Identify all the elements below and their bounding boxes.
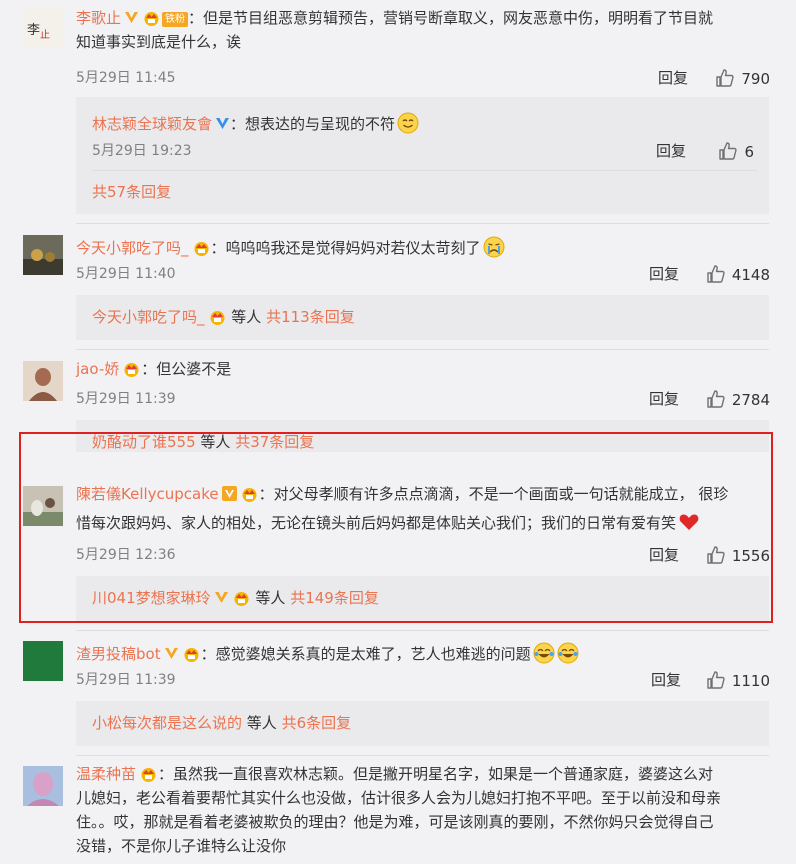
like-button[interactable]: 1110 xyxy=(706,666,770,690)
username[interactable]: 李歌止 xyxy=(76,9,121,27)
divider xyxy=(76,349,769,350)
like-count: 2784 xyxy=(731,391,770,409)
comment-text: ：但公婆不是 xyxy=(141,360,232,378)
comment-body: 今天小郭吃了吗_ ：呜呜呜我还是觉得妈妈对若仪太苛刻了 xyxy=(76,231,505,260)
svg-text:李: 李 xyxy=(27,23,40,38)
reply-button[interactable]: 回复 xyxy=(658,67,688,88)
laugh-cry-emoji xyxy=(557,642,579,664)
reply-button[interactable]: 回复 xyxy=(649,263,679,284)
comment-body: jao-娇 ：但公婆不是 xyxy=(76,357,231,381)
username[interactable]: 渣男投稿bot xyxy=(76,645,161,663)
like-button[interactable]: 790 xyxy=(715,64,770,88)
comment-text: 没错，不是你儿子谁特么让没你 xyxy=(76,837,287,855)
divider xyxy=(76,755,769,756)
replies-middle: 等人 xyxy=(246,714,277,732)
member-crown-icon[interactable] xyxy=(142,10,161,26)
timestamp: 5月29日 19:23 xyxy=(92,143,192,159)
username[interactable]: 小松每次都是这么说的 xyxy=(92,714,242,732)
timestamp: 5月29日 11:39 xyxy=(76,672,176,688)
timestamp: 5月29日 11:39 xyxy=(76,391,176,407)
member-crown-icon[interactable] xyxy=(122,361,141,377)
username[interactable]: 今天小郭吃了吗_ xyxy=(76,239,189,257)
like-button[interactable]: 4148 xyxy=(706,260,770,284)
comment-body: 渣男投稿bot ：感觉婆媳关系真的是太难了，艺人也难逃的问题 xyxy=(76,637,579,666)
comment-text: ：虽然我一直很喜欢林志颖。但是撇开明星名字，如果是一个普通家庭，婆婆这么对 xyxy=(158,765,714,783)
replies-summary[interactable]: 今天小郭吃了吗_ 等人 共113条回复 xyxy=(92,305,355,329)
svg-text:止: 止 xyxy=(40,29,50,41)
thumbs-up-icon xyxy=(707,265,725,283)
username[interactable]: 林志颖全球颖友會 xyxy=(92,115,212,133)
comment-text: ：感觉婆媳关系真的是太难了，艺人也难逃的问题 xyxy=(200,645,531,663)
comment-body: 温柔种苗 ：虽然我一直很喜欢林志颖。但是撇开明星名字，如果是一个普通家庭，婆婆这么… xyxy=(76,762,776,858)
more-replies-link[interactable]: 共113条回复 xyxy=(266,308,355,326)
avatar[interactable] xyxy=(23,235,63,275)
reply-button[interactable]: 回复 xyxy=(656,140,686,161)
comment-text: ：呜呜呜我还是觉得妈妈对若仪太苛刻了 xyxy=(210,239,481,257)
like-button[interactable]: 2784 xyxy=(706,385,770,409)
more-replies-link[interactable]: 共6条回复 xyxy=(282,714,352,732)
reply-button[interactable]: 回复 xyxy=(649,388,679,409)
sub-reply: 林志颖全球颖友會 ：想表达的与呈现的不符 xyxy=(92,107,419,136)
thumbs-up-icon xyxy=(707,671,725,689)
thumbs-up-icon xyxy=(716,69,735,87)
member-crown-icon[interactable] xyxy=(139,766,158,782)
sub-divider xyxy=(92,170,757,171)
member-crown-icon xyxy=(210,311,225,325)
member-crown-icon[interactable] xyxy=(182,646,201,662)
username[interactable]: 今天小郭吃了吗_ xyxy=(92,308,205,326)
timestamp: 5月29日 11:45 xyxy=(76,70,176,86)
like-count: 4148 xyxy=(731,266,770,284)
member-crown-icon[interactable] xyxy=(192,240,211,256)
avatar[interactable] xyxy=(23,766,63,806)
like-count: 6 xyxy=(744,143,754,161)
fan-badge: 铁粉 xyxy=(162,12,189,27)
like-button[interactable]: 6 xyxy=(718,137,754,161)
like-count: 790 xyxy=(741,70,770,88)
username[interactable]: 温柔种苗 xyxy=(76,765,136,783)
comment-text: 儿媳妇，老公看着要帮忙其实什么也没做，估计很多人会为儿媳妇打抱不平吧。至于以前没… xyxy=(76,789,722,807)
comment-text: 知道事实到底是什么，诶 xyxy=(76,33,242,51)
avatar[interactable]: 李止 xyxy=(23,8,63,48)
divider xyxy=(76,630,769,631)
highlight-box xyxy=(19,432,773,623)
replies-summary[interactable]: 小松每次都是这么说的 等人 共6条回复 xyxy=(92,711,351,735)
avatar[interactable] xyxy=(23,641,63,681)
verified-v-icon xyxy=(216,118,230,129)
username[interactable]: jao-娇 xyxy=(76,360,119,378)
comment-text: 住。。哎，那就是看着老婆被欺负的理由？他是为难，可是该刚真的要刚，不然你妈只会觉… xyxy=(76,813,714,831)
comment-text: ：想表达的与呈现的不符 xyxy=(230,115,396,133)
timestamp: 5月29日 11:40 xyxy=(76,266,176,282)
thumbs-up-icon xyxy=(719,142,738,160)
like-count: 1110 xyxy=(731,672,770,690)
laugh-cry-emoji xyxy=(533,642,555,664)
comment-text: ：但是节目组恶意剪辑预告，营销号断章取义，网友恶意中伤，明明看了节目就 xyxy=(188,9,714,27)
cry-emoji xyxy=(483,236,505,258)
avatar[interactable] xyxy=(23,361,63,401)
more-replies-link[interactable]: 共57条回复 xyxy=(92,180,171,204)
comment-body: 李歌止 铁粉 ：但是节目组恶意剪辑预告，营销号断章取义，网友恶意中伤，明明看了节目就… xyxy=(76,6,776,54)
verified-v-icon xyxy=(125,12,139,23)
thumbs-up-icon xyxy=(707,390,725,408)
replies-middle: 等人 xyxy=(231,308,262,326)
verified-v-icon xyxy=(164,648,178,659)
reply-button[interactable]: 回复 xyxy=(651,669,681,690)
divider xyxy=(76,223,769,224)
smile-emoji xyxy=(397,112,419,134)
